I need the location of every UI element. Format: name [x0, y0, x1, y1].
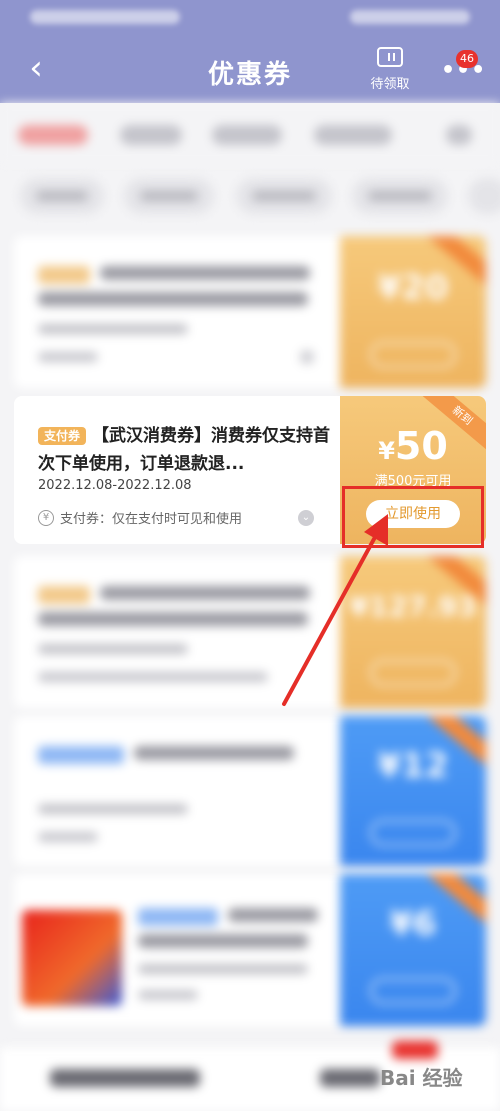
text-line [38, 804, 188, 814]
coupon-card[interactable]: ¥20 [14, 236, 486, 388]
pill-text [36, 191, 88, 201]
use-button[interactable] [370, 660, 456, 686]
currency-symbol: ¥ [378, 437, 395, 465]
tab[interactable] [120, 125, 182, 145]
back-button[interactable]: ‹ [18, 50, 54, 90]
coupon-info: 支付券 【武汉消费券】消费券仅支持首次下单使用，订单退款退... 2022.12.… [14, 396, 340, 544]
text-line [138, 990, 198, 1000]
coupon-card[interactable]: ¥12 [14, 716, 486, 866]
coupon-amount-panel: ¥20 [340, 236, 486, 388]
filter-pill[interactable] [20, 178, 104, 214]
coupon-title: 支付券 【武汉消费券】消费券仅支持首次下单使用，订单退款退... [38, 422, 338, 478]
coupon-amount-panel: ¥127.93 [340, 556, 486, 708]
status-bar [0, 0, 500, 36]
notification-badge: 46 [456, 50, 478, 68]
page-title: 优惠券 [207, 60, 292, 90]
watermark: Bai 经验 [380, 1066, 463, 1090]
tab-active[interactable] [18, 125, 88, 145]
pill-text [368, 191, 432, 201]
chevron-icon [300, 350, 314, 364]
coupon-amount: ¥50 [340, 424, 486, 468]
text-line [38, 832, 98, 842]
coupon-amount: ¥20 [377, 268, 449, 308]
pending-coupons-button[interactable]: 待领取 [364, 47, 416, 95]
coupon-amount: ¥12 [377, 746, 449, 786]
status-bar-left [30, 10, 180, 24]
tab[interactable] [314, 125, 392, 145]
coupon-tag [38, 746, 124, 764]
use-button[interactable] [370, 978, 456, 1004]
tab[interactable] [212, 125, 282, 145]
coupon-tag: 支付券 [38, 427, 87, 445]
filter-pill[interactable] [468, 178, 500, 214]
bottom-action-left[interactable] [50, 1069, 200, 1087]
text-line [100, 586, 310, 600]
product-thumbnail [22, 910, 122, 1006]
text-line [38, 352, 98, 362]
coupon-validity: 2022.12.08-2022.12.08 [38, 478, 192, 493]
filter-pill[interactable] [124, 178, 214, 214]
bottom-badge [392, 1041, 438, 1059]
coupon-info [14, 874, 340, 1026]
yen-icon: ¥ [38, 509, 54, 526]
text-line [38, 292, 308, 306]
use-button[interactable] [370, 342, 456, 368]
coupon-tag [138, 908, 218, 926]
filter-pill[interactable] [236, 178, 332, 214]
ticket-icon [377, 47, 403, 67]
coupon-info [14, 236, 340, 388]
use-button[interactable] [370, 820, 456, 846]
text-line [38, 644, 188, 654]
pending-coupons-label: 待领取 [370, 77, 410, 92]
amount-value: 50 [394, 424, 448, 468]
bottom-action-right[interactable] [320, 1069, 380, 1087]
filter-pill[interactable] [352, 178, 448, 214]
back-arrow-icon: ‹ [29, 48, 43, 88]
text-line [138, 964, 308, 974]
text-line [134, 746, 294, 760]
coupon-amount: ¥6 [389, 904, 437, 944]
coupon-card[interactable]: ¥6 [14, 874, 486, 1026]
coupon-amount: ¥127.93 [349, 590, 477, 623]
coupon-note: ¥ 支付券：仅在支付时可见和使用 [38, 508, 242, 527]
top-app-bar: ‹ 优惠券 待领取 ••• 46 [0, 0, 500, 103]
chevron-down-icon[interactable]: ⌄ [298, 510, 314, 526]
coupon-card[interactable]: ¥127.93 [14, 556, 486, 708]
text-line [100, 266, 310, 280]
status-bar-right [350, 10, 470, 24]
tab[interactable] [446, 125, 472, 145]
coupon-info [14, 716, 340, 866]
text-line [38, 672, 268, 682]
pill-text [252, 191, 316, 201]
text-line [228, 908, 318, 922]
text-line [138, 934, 308, 948]
coupon-info [14, 556, 340, 708]
coupon-tag [38, 266, 90, 284]
text-line [38, 612, 308, 626]
coupon-amount-panel: ¥12 [340, 716, 486, 866]
category-tabs [0, 103, 500, 163]
coupon-tag [38, 586, 90, 604]
text-line [38, 324, 188, 334]
coupon-amount-panel: ¥6 [340, 874, 486, 1026]
coupon-note-text: 支付券：仅在支付时可见和使用 [60, 512, 243, 527]
pill-text [140, 191, 198, 201]
highlight-box [342, 486, 484, 548]
